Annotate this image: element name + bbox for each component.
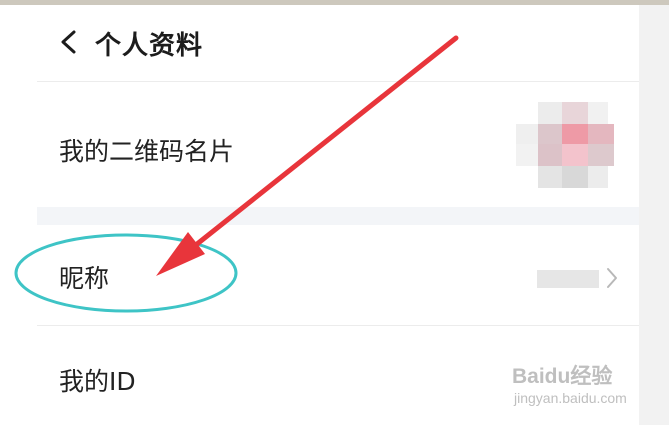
left-margin bbox=[0, 5, 37, 425]
watermark-sub: jingyan.baidu.com bbox=[514, 390, 627, 406]
page-title: 个人资料 bbox=[95, 31, 204, 61]
scrollbar-track bbox=[639, 5, 669, 425]
nickname-value bbox=[537, 270, 599, 288]
chevron-right-icon bbox=[607, 268, 617, 288]
avatar[interactable] bbox=[516, 102, 618, 188]
nickname-label: 昵称 bbox=[59, 264, 110, 293]
watermark: Baidu经验 jingyan.baidu.com bbox=[506, 356, 636, 418]
qr-card-label: 我的二维码名片 bbox=[59, 137, 235, 166]
nav-bar: 个人资料 bbox=[37, 5, 639, 81]
watermark-main: Baidu经验 bbox=[512, 365, 613, 388]
my-id-label: 我的ID bbox=[59, 367, 136, 396]
back-arrow-icon[interactable] bbox=[57, 29, 81, 55]
section-gap bbox=[37, 207, 639, 225]
